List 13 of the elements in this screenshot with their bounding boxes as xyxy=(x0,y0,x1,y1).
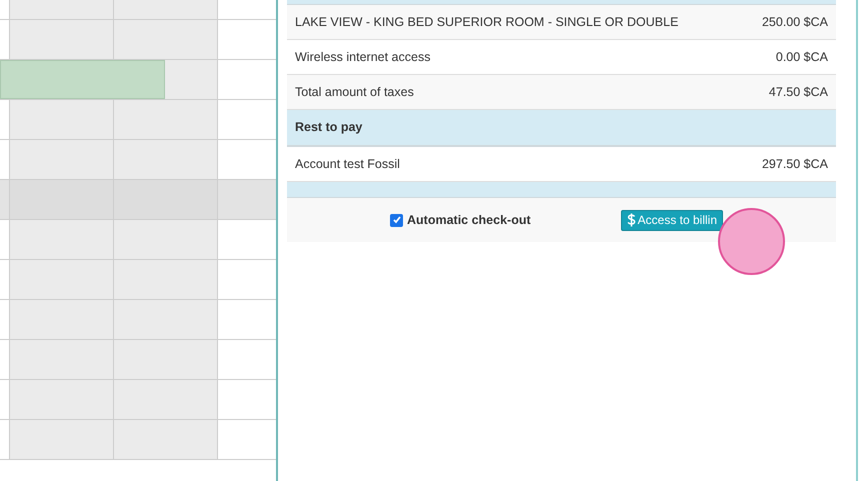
line-label: LAKE VIEW - KING BED SUPERIOR ROOM - SINGLE OR DOUBLE xyxy=(295,14,678,31)
line-amount: 297.50 $CA xyxy=(762,156,828,173)
line-amount: 250.00 $CA xyxy=(762,14,828,31)
checkbox[interactable] xyxy=(390,214,403,226)
dollar-icon xyxy=(626,213,636,227)
line-label: Account test Fossil xyxy=(295,156,400,173)
access-billing-button[interactable]: Access to billin xyxy=(620,210,724,230)
checkbox-label: Automatic check-out xyxy=(407,212,531,229)
line-amount: 0.00 $CA xyxy=(776,48,828,66)
section-header: Rest to pay xyxy=(295,119,362,136)
line-label: Wireless internet access xyxy=(295,48,430,66)
line-label: Total amount of taxes xyxy=(295,84,414,101)
line-amount: 47.50 $CA xyxy=(768,84,828,101)
